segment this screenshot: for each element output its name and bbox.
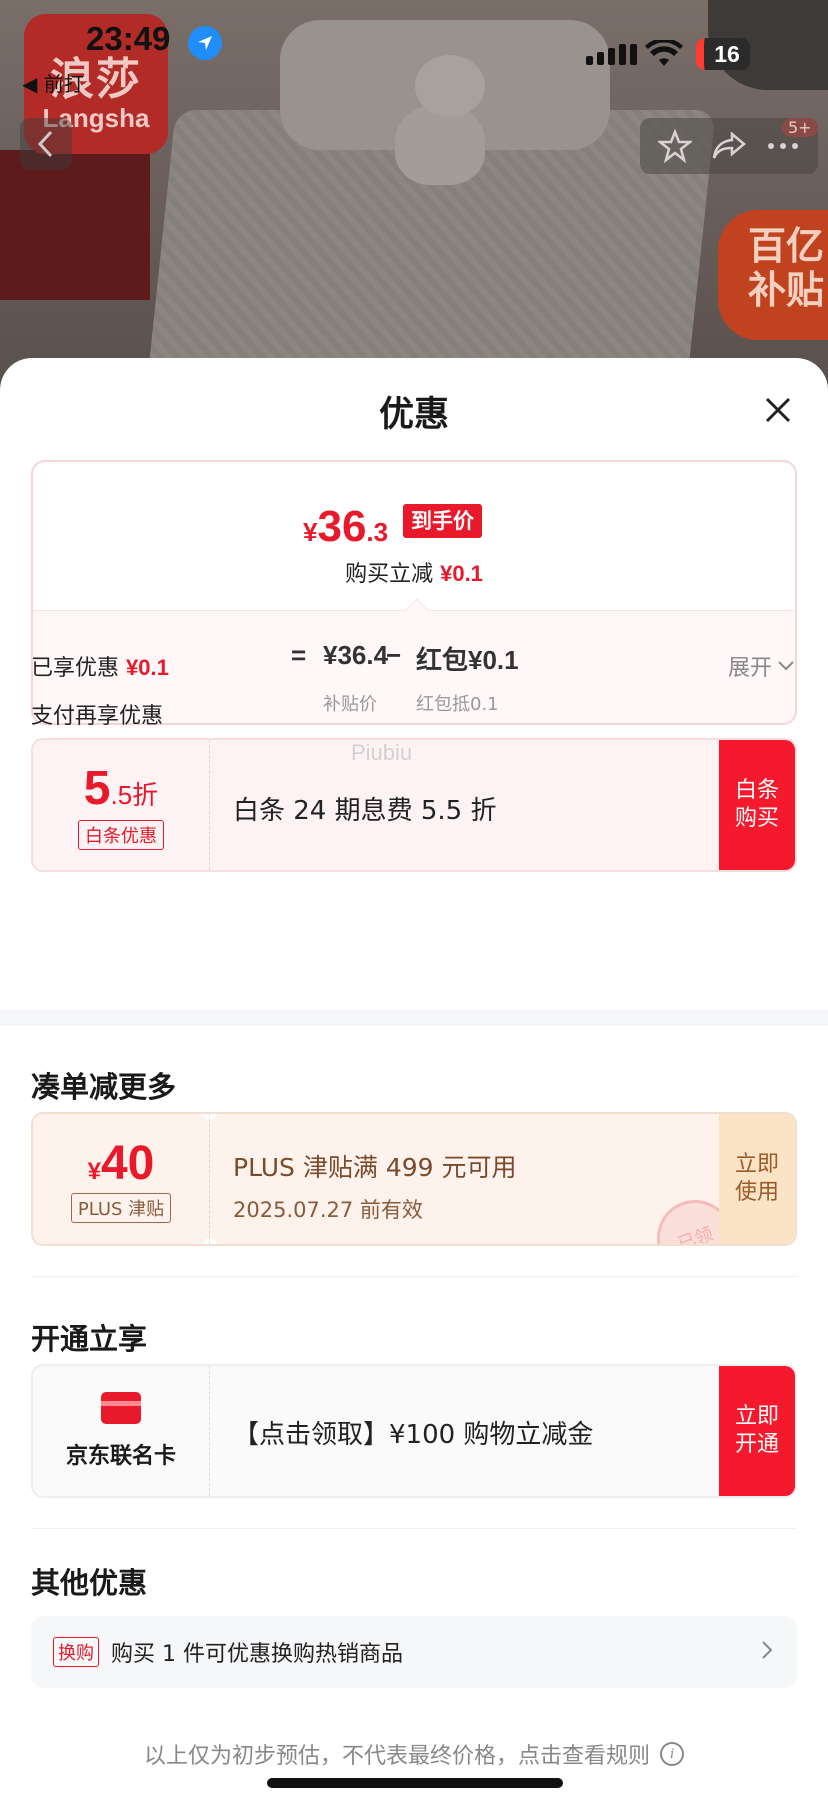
chevron-right-icon xyxy=(762,1641,773,1659)
expand-button[interactable]: 展开 xyxy=(728,650,794,682)
subsidy-badge: 百亿补贴 xyxy=(718,210,828,340)
exchange-tag: 换购 xyxy=(53,1637,99,1667)
watermark-text: Piubiu xyxy=(351,740,413,765)
photo-bear-body xyxy=(395,105,485,185)
pay-more-label: 支付再享优惠 xyxy=(31,704,164,729)
chevron-left-icon xyxy=(37,130,53,158)
baitiao-buy-button[interactable]: 白条购买 xyxy=(719,740,795,870)
coupon-divider xyxy=(209,1366,210,1496)
info-icon: i xyxy=(660,1742,684,1766)
red-packet-caption: 红包抵0.1 xyxy=(416,694,499,715)
final-price-yen: ¥ xyxy=(303,517,318,547)
section-separator xyxy=(31,1276,797,1277)
price-disclaimer[interactable]: 以上仅为初步预估，不代表最终价格，点击查看规则 i xyxy=(0,1738,828,1770)
exchange-offer-row[interactable]: 换购 购买 1 件可优惠换购热销商品 xyxy=(31,1616,797,1688)
section-title-other: 其他优惠 xyxy=(31,1566,148,1600)
baitiao-discount-unit: .5折 xyxy=(110,779,159,810)
card-desc: 【点击领取】¥100 购物立减金 xyxy=(233,1420,594,1450)
home-indicator xyxy=(267,1778,563,1788)
status-time: 23:49 xyxy=(86,20,171,57)
instant-off-line: 购买立减 ¥0.1 xyxy=(33,556,795,588)
enjoyed-value: ¥0.1 xyxy=(126,655,169,680)
cobrand-card-coupon[interactable]: 京东联名卡 【点击领取】¥100 购物立减金 立即开通 xyxy=(31,1364,797,1498)
exchange-text: 购买 1 件可优惠换购热销商品 xyxy=(111,1642,403,1667)
back-button[interactable] xyxy=(20,118,72,170)
coupon-divider xyxy=(209,740,210,870)
location-arrow-icon xyxy=(188,26,222,60)
baitiao-discount: 5 .5折 xyxy=(84,761,158,816)
credit-card-icon xyxy=(101,1392,141,1424)
base-price-caption: 补贴价 xyxy=(323,694,377,715)
star-icon[interactable] xyxy=(658,129,692,163)
card-left: 京东联名卡 xyxy=(33,1366,209,1496)
card-label: 京东联名卡 xyxy=(65,1444,176,1469)
plus-use-button[interactable]: 立即使用 xyxy=(719,1114,795,1244)
formula-minus: − xyxy=(386,640,402,670)
instant-off-label: 购买立减 xyxy=(345,562,434,587)
plus-desc: PLUS 津贴满 499 元可用 xyxy=(233,1153,517,1182)
enjoyed-discount: 已享优惠 ¥0.1 xyxy=(31,650,169,682)
chevron-down-icon xyxy=(778,661,794,671)
enjoyed-label: 已享优惠 xyxy=(31,656,120,681)
final-price-decimal: .3 xyxy=(366,517,389,547)
discount-sheet: 优惠 ¥ 36 .3 到手价 购买立减 ¥0.1 = ¥36.4 − 红包¥0.… xyxy=(0,358,828,1795)
photo-bear-head xyxy=(415,55,485,117)
plus-tag: PLUS 津贴 xyxy=(70,1192,172,1223)
formula-base-price: ¥36.4 xyxy=(323,640,389,670)
message-count-badge: 5+ xyxy=(782,118,818,137)
close-icon xyxy=(765,397,791,423)
baitiao-desc: 白条 24 期息费 5.5 折 xyxy=(233,796,497,826)
instant-off-value: ¥0.1 xyxy=(440,561,483,586)
plus-amount: ¥ 40 xyxy=(88,1136,155,1191)
final-price: ¥ 36 .3 xyxy=(303,502,388,552)
section-gap xyxy=(0,1010,828,1026)
battery-indicator: 16 xyxy=(696,38,750,70)
coupon-divider xyxy=(209,1114,210,1244)
photo-nightstand xyxy=(0,150,150,300)
baitiao-discount-num: 5 xyxy=(83,761,111,815)
coupon-notch-bottom xyxy=(203,1238,217,1244)
back-to-app[interactable]: ◀ 前打 xyxy=(22,68,84,97)
formula-equals: = xyxy=(291,640,307,670)
baitiao-left: 5 .5折 白条优惠 xyxy=(33,740,209,870)
section-title-open: 开通立享 xyxy=(31,1322,148,1356)
plus-amount-yen: ¥ xyxy=(87,1157,101,1185)
plus-amount-value: 40 xyxy=(100,1136,155,1190)
formula-red-packet: 红包¥0.1 xyxy=(416,645,519,675)
expand-label: 展开 xyxy=(727,656,772,681)
disclaimer-text: 以上仅为初步预估，不代表最终价格，点击查看规则 xyxy=(143,1744,650,1769)
section-separator xyxy=(31,1528,797,1529)
section-title-more: 凑单减更多 xyxy=(31,1070,177,1104)
plus-expiry: 2025.07.27 前有效 xyxy=(233,1198,423,1222)
plus-left: ¥ 40 PLUS 津贴 xyxy=(33,1114,209,1244)
final-price-tag: 到手价 xyxy=(403,504,482,538)
baitiao-tag: 白条优惠 xyxy=(78,819,164,850)
plus-coupon[interactable]: ¥ 40 PLUS 津贴 PLUS 津贴满 499 元可用 2025.07.27… xyxy=(31,1112,797,1246)
share-icon[interactable] xyxy=(712,131,746,161)
close-button[interactable] xyxy=(756,388,800,432)
baitiao-coupon[interactable]: 5 .5折 白条优惠 Piubiu 白条 24 期息费 5.5 折 白条购买 xyxy=(31,738,797,872)
sheet-title: 优惠 xyxy=(378,395,449,435)
price-breakdown-card: ¥ 36 .3 到手价 购买立减 ¥0.1 = ¥36.4 − 红包¥0.1 补… xyxy=(31,460,797,725)
more-icon[interactable] xyxy=(766,141,800,151)
final-price-integer: 36 xyxy=(317,502,367,551)
cellular-signal-icon xyxy=(586,44,637,65)
coupon-notch-top xyxy=(203,1114,217,1120)
wifi-icon xyxy=(645,38,683,72)
card-open-button[interactable]: 立即开通 xyxy=(719,1366,795,1496)
